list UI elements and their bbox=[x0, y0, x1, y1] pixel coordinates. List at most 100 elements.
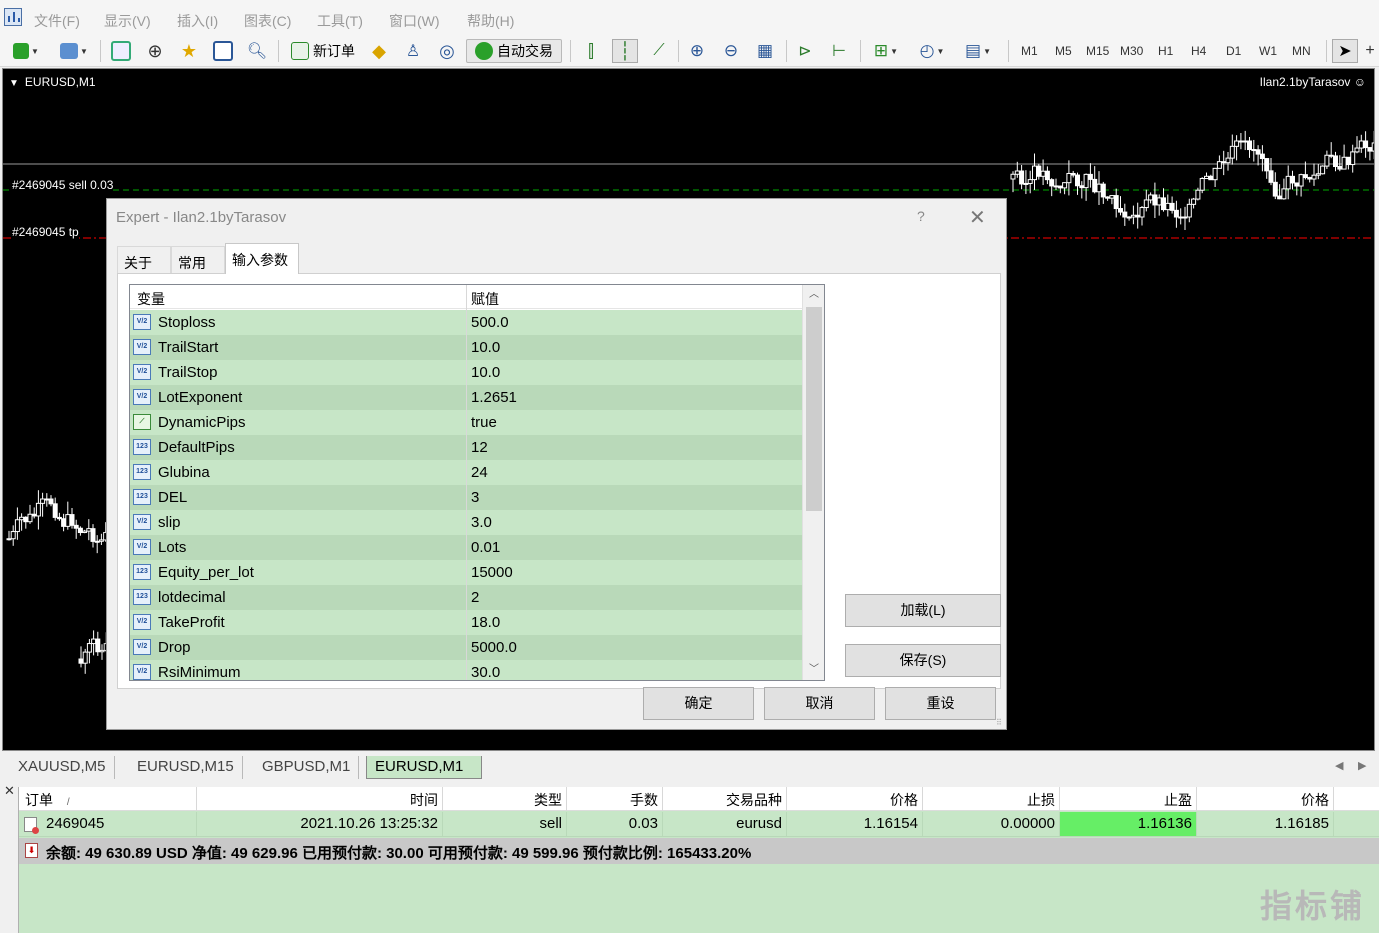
auto-trading-button[interactable]: 自动交易 bbox=[466, 39, 562, 63]
param-value[interactable]: 30.0 bbox=[471, 664, 500, 680]
auto-scroll-button[interactable]: ⊳ bbox=[792, 39, 818, 63]
profiles-button[interactable]: ▼ bbox=[54, 39, 94, 63]
signals-button[interactable]: ♙ bbox=[400, 39, 426, 63]
timeframe-h4[interactable]: H4 bbox=[1191, 44, 1206, 58]
market-button[interactable]: ◎ bbox=[434, 39, 460, 63]
scrollbar-thumb[interactable] bbox=[806, 307, 822, 511]
tester-button[interactable]: 🔍︎ bbox=[244, 39, 270, 63]
market-watch-button[interactable] bbox=[108, 39, 134, 63]
menu-file[interactable]: 文件(F) bbox=[34, 11, 80, 31]
menu-view[interactable]: 显示(V) bbox=[104, 11, 151, 31]
chart-tab-xauusd-m5[interactable]: XAUUSD,M5 bbox=[10, 756, 115, 779]
reset-button[interactable]: 重设 bbox=[885, 687, 996, 720]
param-value[interactable]: 18.0 bbox=[471, 614, 500, 631]
right-candle bbox=[1255, 149, 1261, 155]
tab-common[interactable]: 常用 bbox=[171, 246, 225, 273]
header-stop-loss[interactable]: 止损 bbox=[923, 787, 1060, 811]
order-lots: 0.03 bbox=[567, 812, 663, 836]
help-button[interactable]: ? bbox=[917, 208, 925, 224]
terminal-close-icon[interactable]: ✕ bbox=[4, 783, 15, 799]
menu-tools[interactable]: 工具(T) bbox=[317, 11, 363, 31]
param-value[interactable]: 10.0 bbox=[471, 364, 500, 381]
tab-scroll-right-icon[interactable]: ▶ bbox=[1358, 759, 1366, 772]
header-lots[interactable]: 手数 bbox=[567, 787, 663, 811]
chart-shift-button[interactable]: ⊢ bbox=[826, 39, 852, 63]
timeframe-w1[interactable]: W1 bbox=[1259, 44, 1277, 58]
chart-tab-eurusd-m15[interactable]: EURUSD,M15 bbox=[129, 756, 243, 779]
bar-chart-button[interactable]: ⫿ bbox=[578, 39, 604, 63]
resize-grip-icon[interactable]: ⠿ bbox=[996, 719, 1004, 727]
param-value[interactable]: 3 bbox=[471, 489, 479, 506]
meta-editor-button[interactable]: ◆ bbox=[366, 39, 392, 63]
indicators-button[interactable]: ⊞ ▼ bbox=[866, 39, 906, 63]
param-value[interactable]: 24 bbox=[471, 464, 488, 481]
right-candle bbox=[1371, 142, 1374, 152]
right-candle bbox=[1100, 183, 1106, 198]
param-value[interactable]: 2 bbox=[471, 589, 479, 606]
templates-button[interactable]: ▤ ▼ bbox=[958, 39, 998, 63]
scroll-down-icon[interactable]: ﹀ bbox=[803, 660, 824, 680]
header-type[interactable]: 类型 bbox=[443, 787, 567, 811]
cancel-button[interactable]: 取消 bbox=[764, 687, 875, 720]
param-value[interactable]: 12 bbox=[471, 439, 488, 456]
tab-about[interactable]: 关于 bbox=[117, 246, 171, 273]
header-time[interactable]: 时间 bbox=[197, 787, 443, 811]
param-value[interactable]: 10.0 bbox=[471, 339, 500, 356]
right-candle bbox=[1302, 174, 1308, 179]
crosshair-tool-button[interactable]: + bbox=[1362, 39, 1378, 63]
crosshair-button[interactable]: ⊕ bbox=[142, 39, 168, 63]
menu-insert[interactable]: 插入(I) bbox=[177, 11, 218, 31]
candlestick-button[interactable]: ┆ bbox=[612, 39, 638, 63]
zoom-in-button[interactable]: ⊕ bbox=[684, 39, 710, 63]
order-stop-loss[interactable]: 0.00000 bbox=[923, 812, 1060, 836]
left-candle bbox=[31, 513, 37, 517]
timeframe-h1[interactable]: H1 bbox=[1158, 44, 1173, 58]
column-divider[interactable] bbox=[466, 285, 467, 680]
param-value[interactable]: 5000.0 bbox=[471, 639, 517, 656]
zoom-out-button[interactable]: ⊖ bbox=[718, 39, 744, 63]
scroll-up-icon[interactable]: ︿ bbox=[803, 285, 824, 305]
cursor-button[interactable]: ➤ bbox=[1332, 39, 1358, 63]
chart-tab-gbpusd-m1[interactable]: GBPUSD,M1 bbox=[254, 756, 360, 779]
right-candle bbox=[1036, 165, 1042, 177]
trade-row[interactable]: 2469045 2021.10.26 13:25:32 sell 0.03 eu… bbox=[19, 812, 1379, 837]
param-value[interactable]: 1.2651 bbox=[471, 389, 517, 406]
load-button[interactable]: 加载(L) bbox=[845, 594, 1001, 627]
column-variable[interactable]: 变量 bbox=[137, 289, 165, 309]
param-value[interactable]: 3.0 bbox=[471, 514, 492, 531]
timeframe-d1[interactable]: D1 bbox=[1226, 44, 1241, 58]
new-chart-button[interactable]: ▼ bbox=[6, 39, 46, 63]
timeframe-m5[interactable]: M5 bbox=[1055, 44, 1072, 58]
menu-window[interactable]: 窗口(W) bbox=[389, 11, 440, 31]
menu-charts[interactable]: 图表(C) bbox=[244, 11, 291, 31]
tab-inputs[interactable]: 输入参数 bbox=[225, 243, 299, 274]
parameters-scrollbar[interactable]: ︿ ﹀ bbox=[802, 285, 824, 680]
order-take-profit[interactable]: 1.16136 bbox=[1060, 812, 1197, 836]
ok-button[interactable]: 确定 bbox=[643, 687, 754, 720]
navigator-button[interactable]: ★ bbox=[176, 39, 202, 63]
column-value[interactable]: 赋值 bbox=[471, 289, 499, 309]
chart-tab-eurusd-m1[interactable]: EURUSD,M1 bbox=[366, 756, 482, 779]
header-symbol[interactable]: 交易品种 bbox=[663, 787, 787, 811]
new-order-button[interactable]: 新订单 bbox=[284, 39, 362, 63]
header-price[interactable]: 价格 bbox=[1197, 787, 1334, 811]
header-open-price[interactable]: 价格 bbox=[787, 787, 923, 811]
timeframe-m1[interactable]: M1 bbox=[1021, 44, 1038, 58]
param-value[interactable]: 15000 bbox=[471, 564, 513, 581]
param-value[interactable]: 0.01 bbox=[471, 539, 500, 556]
header-order[interactable]: 订单 / bbox=[19, 787, 197, 811]
header-take-profit[interactable]: 止盈 bbox=[1060, 787, 1197, 811]
param-value[interactable]: 500.0 bbox=[471, 314, 509, 331]
close-button[interactable]: ✕ bbox=[969, 205, 986, 230]
timeframe-mn[interactable]: MN bbox=[1292, 44, 1311, 58]
timeframe-m15[interactable]: M15 bbox=[1086, 44, 1109, 58]
menu-help[interactable]: 帮助(H) bbox=[467, 11, 514, 31]
tab-scroll-left-icon[interactable]: ◀ bbox=[1335, 759, 1343, 772]
line-chart-button[interactable]: ⟋ bbox=[646, 39, 672, 63]
timeframe-m30[interactable]: M30 bbox=[1120, 44, 1143, 58]
tile-windows-button[interactable]: ▦ bbox=[752, 39, 778, 63]
periods-button[interactable]: ◴ ▼ bbox=[912, 39, 952, 63]
terminal-button[interactable] bbox=[210, 39, 236, 63]
param-value[interactable]: true bbox=[471, 414, 497, 431]
save-button[interactable]: 保存(S) bbox=[845, 644, 1001, 677]
